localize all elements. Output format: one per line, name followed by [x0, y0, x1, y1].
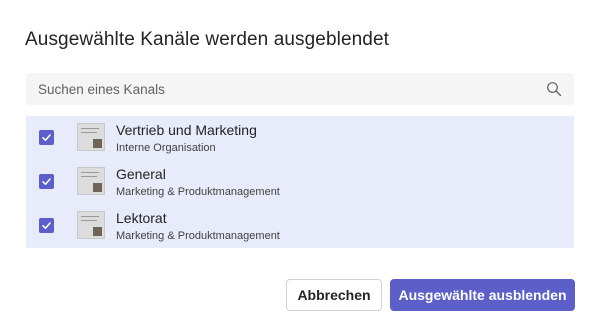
team-name: Marketing & Produktmanagement — [116, 186, 280, 198]
hide-channels-dialog: Ausgewählte Kanäle werden ausgeblendet V… — [0, 0, 600, 336]
search-input[interactable] — [26, 73, 536, 105]
team-avatar — [77, 211, 105, 239]
checkmark-icon — [42, 178, 51, 185]
channel-checkbox[interactable] — [39, 130, 54, 145]
cancel-button[interactable]: Abbrechen — [286, 279, 382, 311]
channel-list: Vertrieb und Marketing Interne Organisat… — [26, 116, 574, 248]
search-box[interactable] — [26, 73, 574, 105]
checkmark-icon — [42, 222, 51, 229]
hide-selected-button[interactable]: Ausgewählte ausblenden — [390, 279, 575, 311]
search-icon[interactable] — [546, 81, 562, 97]
channel-name: General — [116, 166, 166, 182]
team-name: Interne Organisation — [116, 142, 216, 154]
channel-checkbox[interactable] — [39, 218, 54, 233]
channel-name: Lektorat — [116, 210, 167, 226]
dialog-title: Ausgewählte Kanäle werden ausgeblendet — [25, 29, 390, 50]
channel-checkbox[interactable] — [39, 174, 54, 189]
checkmark-icon — [42, 134, 51, 141]
channel-item[interactable]: Lektorat Marketing & Produktmanagement — [26, 204, 574, 248]
channel-item[interactable]: General Marketing & Produktmanagement — [26, 160, 574, 204]
team-avatar — [77, 167, 105, 195]
channel-name: Vertrieb und Marketing — [116, 122, 257, 138]
team-name: Marketing & Produktmanagement — [116, 230, 280, 242]
channel-item[interactable]: Vertrieb und Marketing Interne Organisat… — [26, 116, 574, 160]
team-avatar — [77, 123, 105, 151]
